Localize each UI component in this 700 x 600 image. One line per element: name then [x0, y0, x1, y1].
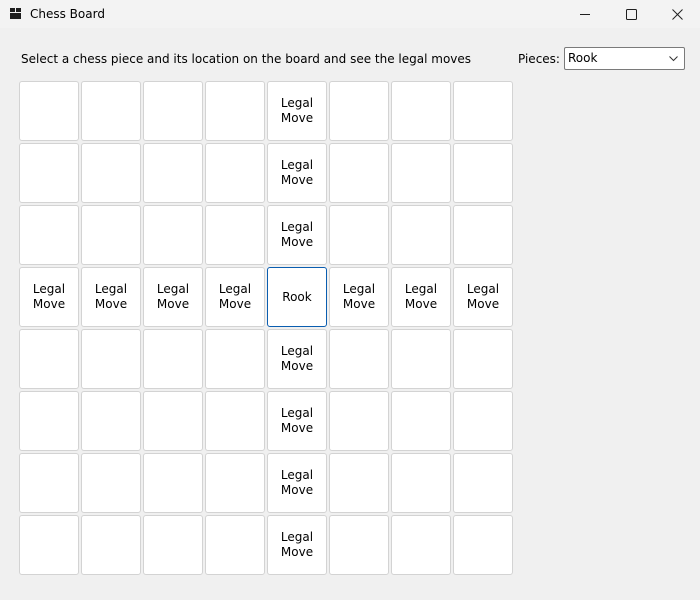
board-square[interactable]: [19, 453, 79, 513]
board-square[interactable]: [143, 515, 203, 575]
board-square[interactable]: [19, 329, 79, 389]
board-square[interactable]: [205, 515, 265, 575]
board-square[interactable]: [391, 391, 451, 451]
board-square[interactable]: [391, 515, 451, 575]
board-square-label: Legal Move: [156, 282, 190, 311]
board-square-label: Legal Move: [280, 96, 314, 125]
maximize-button[interactable]: [608, 0, 654, 28]
board-square[interactable]: [205, 143, 265, 203]
close-icon: [671, 8, 683, 20]
board-square[interactable]: [329, 143, 389, 203]
board-square-label: Legal Move: [280, 468, 314, 497]
maximize-icon: [625, 8, 637, 20]
board-square[interactable]: [19, 205, 79, 265]
board-square[interactable]: [19, 143, 79, 203]
board-square-label: Legal Move: [218, 282, 252, 311]
board-square[interactable]: Legal Move: [329, 267, 389, 327]
board-square[interactable]: Legal Move: [267, 515, 327, 575]
board-square-selected[interactable]: Rook: [267, 267, 327, 327]
board-square[interactable]: [81, 205, 141, 265]
board-square[interactable]: [453, 205, 513, 265]
board-square[interactable]: [205, 205, 265, 265]
board-square[interactable]: [143, 81, 203, 141]
board-square-label: Legal Move: [280, 158, 314, 187]
chevron-down-icon: [669, 56, 678, 62]
pieces-label: Pieces:: [518, 52, 560, 66]
board-square[interactable]: [205, 391, 265, 451]
board-square[interactable]: [391, 453, 451, 513]
board-square[interactable]: [329, 205, 389, 265]
board-square[interactable]: [453, 81, 513, 141]
pieces-dropdown[interactable]: Rook: [564, 47, 685, 70]
board-square[interactable]: [81, 391, 141, 451]
board-square-label: Legal Move: [466, 282, 500, 311]
board-square[interactable]: [453, 453, 513, 513]
board-square[interactable]: [205, 453, 265, 513]
board-square[interactable]: [19, 81, 79, 141]
board-square[interactable]: [143, 453, 203, 513]
board-square[interactable]: [391, 329, 451, 389]
close-button[interactable]: [654, 0, 700, 28]
board-square[interactable]: [453, 143, 513, 203]
board-square[interactable]: [205, 329, 265, 389]
board-square-label: Legal Move: [280, 344, 314, 373]
board-square[interactable]: [391, 81, 451, 141]
board-square[interactable]: [19, 391, 79, 451]
board-square[interactable]: [453, 391, 513, 451]
board-square-label: Legal Move: [32, 282, 66, 311]
board-square[interactable]: [81, 143, 141, 203]
board-square[interactable]: [391, 205, 451, 265]
board-square[interactable]: Legal Move: [267, 391, 327, 451]
instruction-text: Select a chess piece and its location on…: [21, 52, 472, 66]
board-square[interactable]: [205, 81, 265, 141]
board-square-label: Legal Move: [342, 282, 376, 311]
board-square[interactable]: [143, 329, 203, 389]
board-square[interactable]: Legal Move: [205, 267, 265, 327]
board-square[interactable]: [143, 205, 203, 265]
board-square[interactable]: Legal Move: [267, 143, 327, 203]
board-square-label: Legal Move: [280, 220, 314, 249]
board-square[interactable]: [453, 515, 513, 575]
board-square[interactable]: [81, 329, 141, 389]
board-square-label: Legal Move: [280, 530, 314, 559]
board-square[interactable]: Legal Move: [267, 329, 327, 389]
title-bar[interactable]: Chess Board: [0, 0, 700, 28]
board-square[interactable]: [329, 515, 389, 575]
board-square[interactable]: [329, 453, 389, 513]
board-square[interactable]: [329, 391, 389, 451]
board-square[interactable]: [81, 453, 141, 513]
board-square[interactable]: Legal Move: [453, 267, 513, 327]
board-square-label: Legal Move: [280, 406, 314, 435]
board-square[interactable]: [81, 81, 141, 141]
window-title: Chess Board: [30, 7, 105, 21]
app-window-icon: [10, 8, 21, 19]
board-square[interactable]: [391, 143, 451, 203]
board-square[interactable]: Legal Move: [19, 267, 79, 327]
board-square[interactable]: [453, 329, 513, 389]
board-square-label: Rook: [282, 289, 312, 304]
board-square[interactable]: Legal Move: [391, 267, 451, 327]
minimize-button[interactable]: [562, 0, 608, 28]
minimize-icon: [580, 14, 590, 15]
chess-board: Legal Move Legal Move Legal Move Legal Move…: [19, 81, 515, 577]
board-square[interactable]: [329, 81, 389, 141]
board-square[interactable]: [81, 515, 141, 575]
board-square-label: Legal Move: [404, 282, 438, 311]
pieces-dropdown-value: Rook: [568, 51, 598, 65]
board-square[interactable]: [329, 329, 389, 389]
board-square[interactable]: Legal Move: [267, 81, 327, 141]
board-square[interactable]: [143, 143, 203, 203]
board-square-label: Legal Move: [94, 282, 128, 311]
board-square[interactable]: Legal Move: [267, 453, 327, 513]
board-square[interactable]: Legal Move: [267, 205, 327, 265]
board-square[interactable]: Legal Move: [143, 267, 203, 327]
board-square[interactable]: [143, 391, 203, 451]
board-square[interactable]: [19, 515, 79, 575]
board-square[interactable]: Legal Move: [81, 267, 141, 327]
